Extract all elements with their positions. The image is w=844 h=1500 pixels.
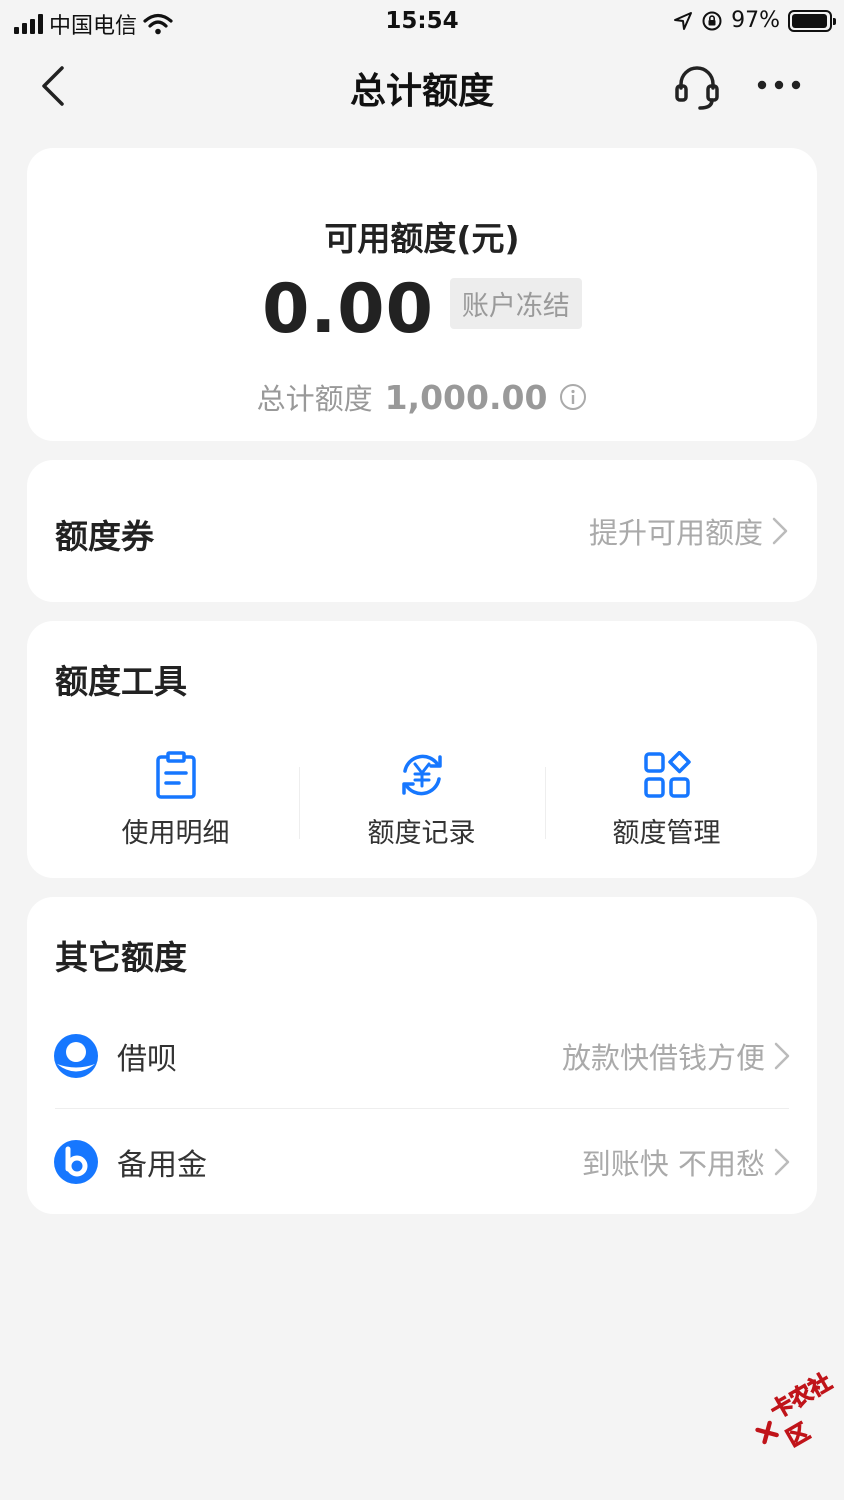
other-quota-card: 其它额度 借呗 放款快借钱方便 备用金 到账快 不用愁: [27, 897, 817, 1214]
other-quota-title: 其它额度: [55, 938, 187, 977]
available-quota-row: 0.00 账户冻结: [27, 270, 817, 349]
nav-bar: 总计额度: [0, 44, 844, 128]
more-icon[interactable]: [754, 70, 804, 100]
chevron-right-icon: [774, 1042, 790, 1070]
battery-percent: 97%: [731, 8, 780, 33]
yuan-refresh-icon: [401, 754, 442, 796]
quota-tools-card: 额度工具 使用明细 额度记录 额度管理: [27, 621, 817, 878]
beiyongjin-logo-icon: [54, 1140, 98, 1184]
total-quota-value: 1,000.00: [384, 377, 548, 417]
document-list-icon: [155, 751, 196, 799]
chevron-right-icon: [774, 1148, 790, 1176]
status-right: 97%: [673, 8, 836, 33]
quota-tools-title: 额度工具: [55, 662, 187, 701]
tool-usage-details[interactable]: 使用明细: [44, 751, 307, 850]
other-quota-name: 备用金: [117, 1148, 207, 1183]
total-quota-row: 总计额度 1,000.00: [27, 376, 817, 418]
other-quota-item-beiyongjin[interactable]: 备用金 到账快 不用愁: [53, 1109, 791, 1215]
info-icon[interactable]: [559, 383, 587, 411]
other-quota-name: 借呗: [117, 1042, 177, 1077]
quota-card: 可用额度(元) 0.00 账户冻结 总计额度 1,000.00: [27, 148, 817, 441]
quota-coupon-action-label: 提升可用额度: [588, 516, 763, 550]
account-frozen-badge: 账户冻结: [449, 278, 582, 329]
other-quota-slogan: 到账快 不用愁: [581, 1147, 765, 1181]
tool-label: 使用明细: [121, 818, 230, 849]
available-quota-label: 可用额度(元): [324, 219, 520, 258]
tool-quota-management[interactable]: 额度管理: [535, 751, 798, 850]
grid-diamond-icon: [643, 751, 691, 798]
tool-label: 额度记录: [367, 818, 476, 849]
tool-label: 额度管理: [612, 818, 721, 849]
other-quota-slogan: 放款快借钱方便: [561, 1041, 765, 1075]
battery-fill: [792, 13, 827, 28]
jiebei-logo-icon: [54, 1034, 98, 1078]
quota-coupon-action[interactable]: 提升可用额度: [589, 510, 789, 552]
headset-icon[interactable]: [672, 62, 722, 112]
other-quota-item-jiebei[interactable]: 借呗 放款快借钱方便: [53, 1003, 791, 1109]
battery-icon: [788, 9, 836, 32]
chevron-right-icon: [772, 517, 788, 545]
quota-coupon-card[interactable]: 额度券 提升可用额度: [27, 460, 817, 602]
location-arrow-icon: [674, 11, 693, 30]
quota-coupon-title: 额度券: [55, 517, 154, 556]
available-quota-amount: 0.00: [262, 270, 434, 349]
tool-quota-records[interactable]: 额度记录: [290, 751, 553, 850]
status-bar: 中国电信 15:54 97%: [0, 0, 844, 44]
total-quota-label: 总计额度: [256, 382, 373, 416]
rotation-lock-icon: [702, 11, 722, 30]
watermark: 卡农社区: [742, 1359, 844, 1465]
